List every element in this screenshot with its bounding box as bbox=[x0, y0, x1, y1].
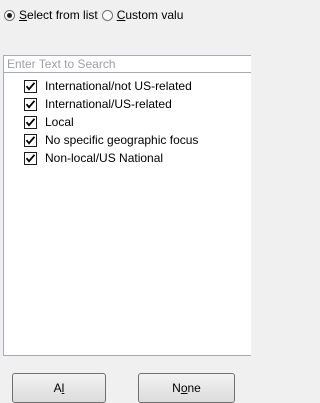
custom-value-text: ustom valu bbox=[125, 8, 184, 22]
select-all-button[interactable]: Al bbox=[12, 373, 106, 403]
checkbox-checked-icon[interactable] bbox=[24, 133, 37, 147]
select-none-button[interactable]: None bbox=[138, 373, 235, 403]
select-none-label-start: N bbox=[172, 381, 181, 395]
list-item[interactable]: International/not US-related bbox=[4, 77, 251, 95]
custom-value-label[interactable]: Custom valu bbox=[117, 8, 184, 22]
value-list[interactable]: International/not US-related Internation… bbox=[3, 73, 251, 356]
list-item-label: International/not US-related bbox=[45, 79, 192, 93]
list-item-label: International/US-related bbox=[45, 97, 172, 111]
select-all-label-start: A bbox=[53, 381, 62, 395]
select-none-label-end: ne bbox=[187, 381, 201, 395]
custom-value-radio[interactable] bbox=[101, 9, 113, 21]
select-from-list-label[interactable]: Select from list bbox=[19, 8, 98, 22]
search-input[interactable]: Enter Text to Search bbox=[3, 55, 251, 73]
checkbox-checked-icon[interactable] bbox=[24, 79, 37, 93]
list-item-label: Non-local/US National bbox=[45, 151, 164, 165]
list-item[interactable]: Non-local/US National bbox=[4, 149, 251, 167]
checkbox-checked-icon[interactable] bbox=[24, 115, 37, 129]
checkbox-checked-icon[interactable] bbox=[24, 151, 37, 165]
select-from-list-accel: S bbox=[19, 8, 28, 22]
list-item[interactable]: No specific geographic focus bbox=[4, 131, 251, 149]
list-item-label: No specific geographic focus bbox=[45, 133, 199, 147]
select-from-list-radio[interactable] bbox=[4, 9, 15, 21]
mode-radio-group: Select from list Custom valu bbox=[4, 8, 187, 22]
list-item[interactable]: International/US-related bbox=[4, 95, 251, 113]
checkbox-checked-icon[interactable] bbox=[24, 97, 37, 111]
select-from-list-text: elect from list bbox=[27, 8, 98, 22]
list-item[interactable]: Local bbox=[4, 113, 251, 131]
list-item-label: Local bbox=[45, 115, 74, 129]
select-none-accel: o bbox=[180, 381, 188, 395]
select-all-accel: l bbox=[61, 381, 65, 395]
